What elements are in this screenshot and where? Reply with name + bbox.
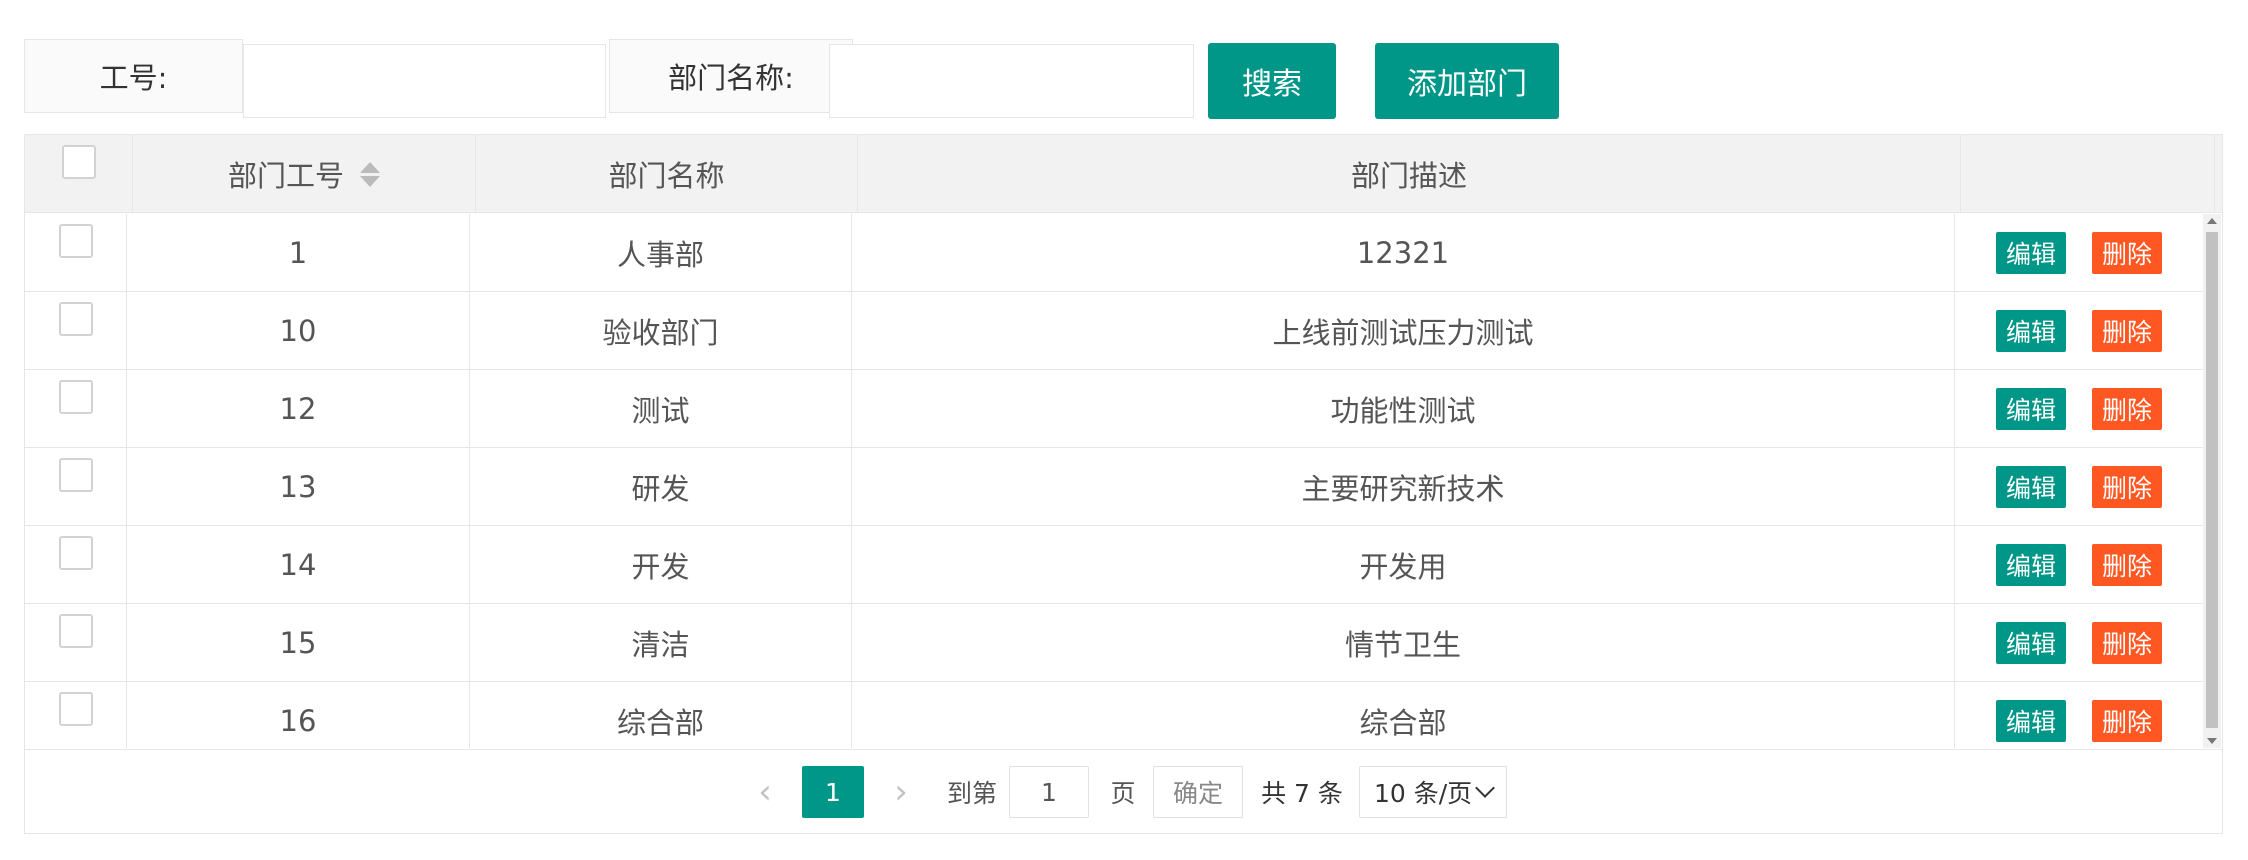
delete-button[interactable]: 删除 xyxy=(2092,388,2163,430)
row-checkbox-cell xyxy=(25,448,127,526)
cell-dept-name: 研发 xyxy=(470,448,852,526)
row-checkbox[interactable] xyxy=(58,692,93,726)
header-actions xyxy=(1961,135,2215,213)
scroll-down-arrow-icon[interactable] xyxy=(2207,738,2217,744)
add-department-button[interactable]: 添加部门 xyxy=(1375,43,1559,119)
cell-dept-desc: 上线前测试压力测试 xyxy=(852,292,1955,370)
scroll-thumb[interactable] xyxy=(2206,232,2218,728)
row-checkbox-cell xyxy=(25,370,127,448)
page-size-select[interactable]: 10 条/页 xyxy=(1359,766,1507,818)
cell-dept-desc: 12321 xyxy=(852,214,1955,292)
row-checkbox[interactable] xyxy=(58,302,93,336)
chevron-down-icon xyxy=(1475,778,1495,798)
cell-actions: 编辑 删除 xyxy=(1955,448,2203,526)
cell-dept-name: 开发 xyxy=(470,526,852,604)
table-row: 15 清洁 情节卫生 编辑 删除 xyxy=(25,604,2203,682)
confirm-button[interactable]: 确定 xyxy=(1153,766,1243,818)
cell-dept-name: 测试 xyxy=(470,370,852,448)
header-dept-name: 部门名称 xyxy=(476,135,858,213)
delete-button[interactable]: 删除 xyxy=(2092,466,2163,508)
table-header: 部门工号 部门名称 部门描述 xyxy=(25,135,2222,213)
row-checkbox-cell xyxy=(25,604,127,682)
delete-button[interactable]: 删除 xyxy=(2092,700,2163,742)
cell-dept-desc: 功能性测试 xyxy=(852,370,1955,448)
table-row: 1 人事部 12321 编辑 删除 xyxy=(25,214,2203,292)
goto-page-input[interactable]: 1 xyxy=(1009,766,1089,818)
cell-dept-name: 综合部 xyxy=(470,682,852,748)
cell-dept-name: 人事部 xyxy=(470,214,852,292)
cell-dept-no: 15 xyxy=(127,604,470,682)
table-body: 1 人事部 12321 编辑 删除 10 验收部门 上线前测试压力测试 编辑 删除 12 测试 功能性测… xyxy=(25,214,2222,748)
delete-button[interactable]: 删除 xyxy=(2092,544,2163,586)
emp-no-input[interactable] xyxy=(243,44,606,118)
edit-button[interactable]: 编辑 xyxy=(1995,310,2066,352)
select-all-checkbox[interactable] xyxy=(61,145,96,179)
edit-button[interactable]: 编辑 xyxy=(1995,700,2066,742)
row-checkbox[interactable] xyxy=(58,458,93,492)
pagination: ‹ 1 › 到第 1 页 确定 共 7 条 10 条/页 xyxy=(25,749,2222,833)
delete-button[interactable]: 删除 xyxy=(2092,622,2163,664)
emp-no-label: 工号: xyxy=(24,39,243,113)
cell-dept-desc: 开发用 xyxy=(852,526,1955,604)
cell-dept-no: 14 xyxy=(127,526,470,604)
cell-dept-name: 清洁 xyxy=(470,604,852,682)
cell-actions: 编辑 删除 xyxy=(1955,370,2203,448)
cell-dept-no: 12 xyxy=(127,370,470,448)
current-page[interactable]: 1 xyxy=(802,766,864,818)
table-row: 12 测试 功能性测试 编辑 删除 xyxy=(25,370,2203,448)
prev-page-icon[interactable]: ‹ xyxy=(745,766,785,818)
table-scrollbar[interactable] xyxy=(2203,214,2221,748)
search-button[interactable]: 搜索 xyxy=(1208,43,1336,119)
row-checkbox[interactable] xyxy=(58,224,93,258)
cell-dept-desc: 综合部 xyxy=(852,682,1955,748)
next-page-icon[interactable]: › xyxy=(881,766,921,818)
dept-name-label: 部门名称: xyxy=(609,39,853,113)
header-dept-no[interactable]: 部门工号 xyxy=(133,135,476,213)
header-dept-desc: 部门描述 xyxy=(858,135,1961,213)
cell-dept-no: 10 xyxy=(127,292,470,370)
table-row: 10 验收部门 上线前测试压力测试 编辑 删除 xyxy=(25,292,2203,370)
page-unit-label: 页 xyxy=(1110,779,1136,808)
dept-name-input[interactable] xyxy=(829,44,1194,118)
delete-button[interactable]: 删除 xyxy=(2092,232,2163,274)
department-table: 部门工号 部门名称 部门描述 1 人事部 12321 编辑 删除 10 验收部门 上线前测试压… xyxy=(24,134,2223,834)
table-row: 13 研发 主要研究新技术 编辑 删除 xyxy=(25,448,2203,526)
goto-label: 到第 xyxy=(946,779,997,808)
row-checkbox-cell xyxy=(25,214,127,292)
row-checkbox-cell xyxy=(25,526,127,604)
edit-button[interactable]: 编辑 xyxy=(1995,232,2066,274)
cell-dept-desc: 情节卫生 xyxy=(852,604,1955,682)
cell-dept-no: 16 xyxy=(127,682,470,748)
row-checkbox[interactable] xyxy=(58,380,93,414)
total-count: 共 7 条 xyxy=(1261,779,1343,808)
row-checkbox[interactable] xyxy=(58,536,93,570)
table-row: 16 综合部 综合部 编辑 删除 xyxy=(25,682,2203,748)
cell-actions: 编辑 删除 xyxy=(1955,682,2203,748)
edit-button[interactable]: 编辑 xyxy=(1995,466,2066,508)
cell-actions: 编辑 删除 xyxy=(1955,292,2203,370)
cell-dept-no: 13 xyxy=(127,448,470,526)
row-checkbox[interactable] xyxy=(58,614,93,648)
cell-dept-name: 验收部门 xyxy=(470,292,852,370)
cell-dept-desc: 主要研究新技术 xyxy=(852,448,1955,526)
row-checkbox-cell xyxy=(25,682,127,748)
cell-actions: 编辑 删除 xyxy=(1955,526,2203,604)
delete-button[interactable]: 删除 xyxy=(2092,310,2163,352)
scroll-up-arrow-icon[interactable] xyxy=(2207,218,2217,224)
edit-button[interactable]: 编辑 xyxy=(1995,544,2066,586)
cell-dept-no: 1 xyxy=(127,214,470,292)
cell-actions: 编辑 删除 xyxy=(1955,604,2203,682)
cell-actions: 编辑 删除 xyxy=(1955,214,2203,292)
header-checkbox-cell xyxy=(25,135,133,213)
sort-icon[interactable] xyxy=(360,160,380,188)
edit-button[interactable]: 编辑 xyxy=(1995,388,2066,430)
table-row: 14 开发 开发用 编辑 删除 xyxy=(25,526,2203,604)
row-checkbox-cell xyxy=(25,292,127,370)
edit-button[interactable]: 编辑 xyxy=(1995,622,2066,664)
header-dept-no-label: 部门工号 xyxy=(227,159,344,193)
page-size-value: 10 条/页 xyxy=(1374,779,1473,808)
